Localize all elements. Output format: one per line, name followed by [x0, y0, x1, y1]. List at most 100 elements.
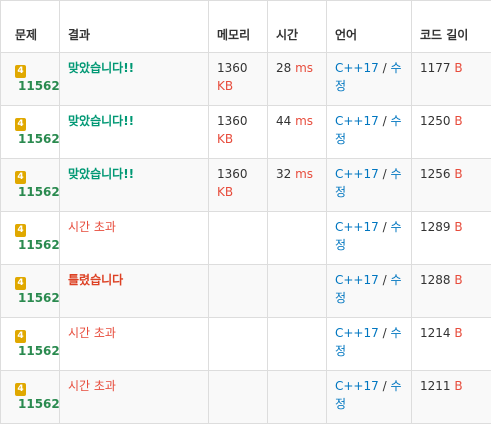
- memory-unit: KB: [217, 132, 234, 146]
- time-unit: ms: [295, 167, 314, 181]
- separator: /: [382, 273, 387, 287]
- time-cell: [267, 317, 327, 371]
- memory-unit: KB: [217, 185, 234, 199]
- result-status: 맞았습니다!!: [68, 61, 135, 75]
- code-length-unit: B: [454, 114, 463, 128]
- code-length-unit: B: [454, 326, 463, 340]
- table-row: 4 11562 맞았습니다!! 1360 KB 44 ms C++17 / 수정…: [0, 105, 491, 159]
- language-link[interactable]: C++17: [335, 273, 379, 287]
- language-link[interactable]: C++17: [335, 220, 379, 234]
- result-cell: 틀렸습니다: [59, 264, 209, 318]
- problem-cell: 4 11562: [0, 52, 60, 106]
- problem-cell: 4 11562: [0, 158, 60, 212]
- code-length-cell: 1256 B: [411, 158, 491, 212]
- problem-id-link[interactable]: 11562: [15, 342, 59, 360]
- column-header-time: 시간: [267, 0, 327, 53]
- memory-cell: 1360 KB: [208, 52, 268, 106]
- time-cell: [267, 264, 327, 318]
- column-header-memory: 메모리: [208, 0, 268, 53]
- result-cell: 맞았습니다!!: [59, 52, 209, 106]
- table-row: 4 11562 시간 초과 C++17 / 수정 1289 B: [0, 211, 491, 265]
- language-link[interactable]: C++17: [335, 326, 379, 340]
- memory-cell: [208, 370, 268, 424]
- problem-cell: 4 11562: [0, 264, 60, 318]
- time-value: 44: [276, 114, 292, 128]
- memory-cell: [208, 317, 268, 371]
- table-row: 4 11562 시간 초과 C++17 / 수정 1214 B: [0, 317, 491, 371]
- language-cell: C++17 / 수정: [326, 105, 412, 159]
- time-cell: 44 ms: [267, 105, 327, 159]
- language-link[interactable]: C++17: [335, 114, 379, 128]
- separator: /: [382, 326, 387, 340]
- problem-id-link[interactable]: 11562: [15, 395, 59, 413]
- result-cell: 맞았습니다!!: [59, 105, 209, 159]
- code-length-unit: B: [454, 61, 463, 75]
- result-cell: 시간 초과: [59, 211, 209, 265]
- column-header-result: 결과: [59, 0, 209, 53]
- column-header-problem: 문제: [0, 0, 60, 53]
- language-cell: C++17 / 수정: [326, 211, 412, 265]
- submission-table: 문제 결과 메모리 시간 언어 코드 길이 4 11562 맞았습니다!! 13…: [0, 0, 491, 424]
- code-length-cell: 1289 B: [411, 211, 491, 265]
- code-length-cell: 1211 B: [411, 370, 491, 424]
- result-cell: 시간 초과: [59, 317, 209, 371]
- code-length-cell: 1177 B: [411, 52, 491, 106]
- tier-badge-icon: 4: [15, 330, 26, 343]
- language-link[interactable]: C++17: [335, 167, 379, 181]
- language-cell: C++17 / 수정: [326, 52, 412, 106]
- memory-value: 1360: [217, 167, 248, 181]
- code-length-unit: B: [454, 167, 463, 181]
- code-length-unit: B: [454, 379, 463, 393]
- tier-badge-icon: 4: [15, 65, 26, 78]
- result-status: 시간 초과: [68, 326, 116, 340]
- table-body: 4 11562 맞았습니다!! 1360 KB 28 ms C++17 / 수정…: [0, 52, 491, 424]
- time-value: 32: [276, 167, 292, 181]
- separator: /: [382, 61, 387, 75]
- tier-badge-icon: 4: [15, 118, 26, 131]
- header-row: 문제 결과 메모리 시간 언어 코드 길이: [0, 0, 491, 53]
- result-cell: 시간 초과: [59, 370, 209, 424]
- result-status: 시간 초과: [68, 379, 116, 393]
- language-cell: C++17 / 수정: [326, 158, 412, 212]
- result-status: 시간 초과: [68, 220, 116, 234]
- language-link[interactable]: C++17: [335, 61, 379, 75]
- code-length-value: 1214: [420, 326, 451, 340]
- problem-cell: 4 11562: [0, 370, 60, 424]
- time-unit: ms: [295, 114, 314, 128]
- problem-id-link[interactable]: 11562: [15, 289, 59, 307]
- code-length-value: 1211: [420, 379, 451, 393]
- memory-value: 1360: [217, 61, 248, 75]
- time-cell: 28 ms: [267, 52, 327, 106]
- code-length-value: 1250: [420, 114, 451, 128]
- code-length-value: 1256: [420, 167, 451, 181]
- code-length-value: 1288: [420, 273, 451, 287]
- table-row: 4 11562 틀렸습니다 C++17 / 수정 1288 B: [0, 264, 491, 318]
- tier-badge-icon: 4: [15, 277, 26, 290]
- time-cell: [267, 211, 327, 265]
- result-status: 맞았습니다!!: [68, 167, 135, 181]
- memory-unit: KB: [217, 79, 234, 93]
- tier-badge-icon: 4: [15, 171, 26, 184]
- memory-cell: [208, 264, 268, 318]
- time-unit: ms: [295, 61, 314, 75]
- problem-id-link[interactable]: 11562: [15, 130, 59, 148]
- problem-cell: 4 11562: [0, 105, 60, 159]
- table-row: 4 11562 맞았습니다!! 1360 KB 32 ms C++17 / 수정…: [0, 158, 491, 212]
- code-length-value: 1177: [420, 61, 451, 75]
- problem-cell: 4 11562: [0, 317, 60, 371]
- result-cell: 맞았습니다!!: [59, 158, 209, 212]
- table-header: 문제 결과 메모리 시간 언어 코드 길이: [0, 0, 491, 53]
- problem-id-link[interactable]: 11562: [15, 77, 59, 95]
- language-link[interactable]: C++17: [335, 379, 379, 393]
- code-length-cell: 1214 B: [411, 317, 491, 371]
- problem-id-link[interactable]: 11562: [15, 236, 59, 254]
- problem-id-link[interactable]: 11562: [15, 183, 59, 201]
- time-cell: 32 ms: [267, 158, 327, 212]
- separator: /: [382, 114, 387, 128]
- language-cell: C++17 / 수정: [326, 370, 412, 424]
- result-status: 틀렸습니다: [68, 273, 124, 287]
- column-header-language: 언어: [326, 0, 412, 53]
- code-length-unit: B: [454, 273, 463, 287]
- column-header-code-length: 코드 길이: [411, 0, 491, 53]
- separator: /: [382, 379, 387, 393]
